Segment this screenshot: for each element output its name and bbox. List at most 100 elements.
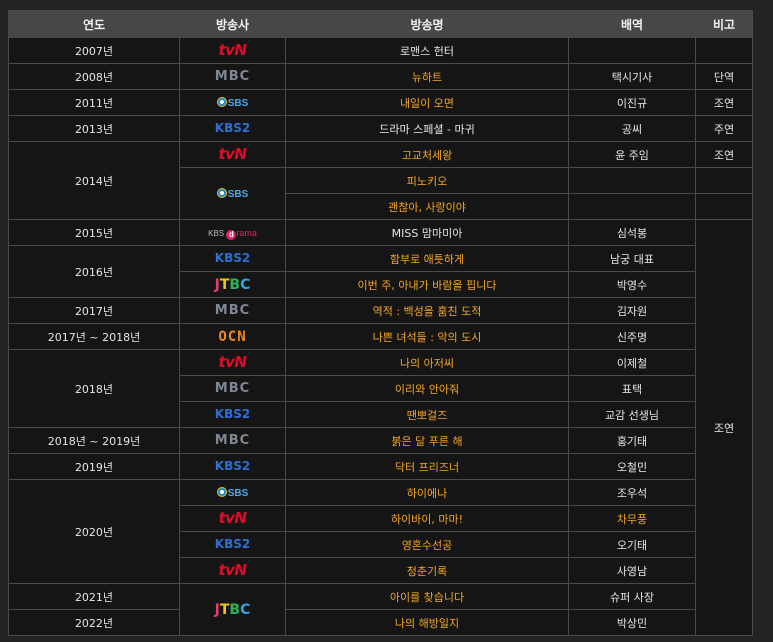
- year-cell: 2014년: [8, 141, 180, 220]
- table-row: 2021년 JTBC 아이를 찾습니다 슈퍼 사장: [8, 583, 753, 636]
- table-row: 2015년 KBS d rama MISS 맘마미아 심석봉 조연: [8, 219, 753, 636]
- tvn-logo-icon: tvN: [218, 41, 247, 59]
- table-row: 2022년 나의 해방일지 박상민: [8, 609, 753, 636]
- note-cell: [695, 37, 753, 64]
- title-cell[interactable]: 고교처세왕: [285, 141, 569, 168]
- note-cell: 단역: [695, 63, 753, 90]
- year-cell: 2017년: [8, 297, 180, 324]
- mbc-logo-icon: MBC: [214, 433, 251, 448]
- network-cell: JTBC: [179, 583, 286, 636]
- role-cell: 남궁 대표: [568, 245, 696, 272]
- mbc-logo-icon: MBC: [214, 381, 251, 396]
- kbs2-logo-icon: KBS2: [214, 459, 251, 473]
- mbc-logo-icon: MBC: [214, 69, 251, 84]
- title-cell[interactable]: 땐뽀걸즈: [285, 401, 569, 428]
- ocn-logo-icon: OCN: [218, 328, 247, 345]
- kbs2-logo-icon: KBS2: [214, 121, 251, 135]
- table-row: 2014년 tvN 고교처세왕 윤 주임 조연: [8, 141, 753, 220]
- role-cell: 이제철: [568, 349, 696, 376]
- table-row: 2017년 ~ 2018년 OCN 나쁜 녀석들 : 악의 도시 신주명: [8, 323, 753, 350]
- role-cell: [568, 193, 696, 220]
- table-row: 2017년 MBC 역적 : 백성을 훔친 도적 김자원: [8, 297, 753, 324]
- title-cell[interactable]: 역적 : 백성을 훔친 도적: [285, 297, 569, 324]
- year-cell: 2022년: [8, 609, 180, 636]
- title-cell[interactable]: 내일이 오면: [285, 89, 569, 116]
- table-row: 2020년 SBS 하이에나 조우석: [8, 479, 753, 584]
- role-cell: 택시기사: [568, 63, 696, 90]
- year-cell: 2007년: [8, 37, 180, 64]
- table-row: 2016년 KBS2 함부로 애틋하게 남궁 대표: [8, 245, 753, 298]
- role-cell: 교감 선생님: [568, 401, 696, 428]
- note-cell: [695, 167, 753, 194]
- header-network: 방송사: [179, 10, 286, 38]
- sbs-logo-text: SBS: [227, 488, 249, 499]
- note-cell: [695, 193, 753, 220]
- title-cell[interactable]: 나의 아저씨: [285, 349, 569, 376]
- network-cell: KBS d rama: [179, 219, 286, 246]
- network-cell: KBS2: [179, 115, 286, 142]
- tvn-logo-icon: tvN: [218, 561, 247, 579]
- note-cell: 조연: [695, 219, 753, 636]
- network-cell: MBC: [179, 63, 286, 90]
- title-cell[interactable]: 괜찮아, 사랑이야: [285, 193, 569, 220]
- network-cell: KBS2: [179, 245, 286, 272]
- network-cell: tvN: [179, 37, 286, 64]
- role-cell: 슈퍼 사장: [568, 583, 696, 610]
- year-cell: 2020년: [8, 479, 180, 584]
- network-cell: KBS2: [179, 401, 286, 428]
- role-cell: 공씨: [568, 115, 696, 142]
- sbs-logo-text: SBS: [227, 98, 249, 109]
- kbs2-logo-icon: KBS2: [214, 537, 251, 551]
- filmography-table: 연도 방송사 방송명 배역 비고 2007년 tvN 로맨스 헌터 2008년 MBC 뉴…: [8, 10, 753, 636]
- title-cell[interactable]: 영혼수선공: [285, 531, 569, 558]
- network-cell: OCN: [179, 323, 286, 350]
- title-cell[interactable]: 뉴하트: [285, 63, 569, 90]
- kbs2-logo-icon: KBS2: [214, 407, 251, 421]
- title-cell[interactable]: 아이를 찾습니다: [285, 583, 569, 610]
- role-cell: 조우석: [568, 479, 696, 506]
- table-row: 2011년 SBS 내일이 오면 이진규 조연: [8, 89, 753, 116]
- mbc-logo-icon: MBC: [214, 303, 251, 318]
- note-cell: 조연: [695, 89, 753, 116]
- title-cell[interactable]: 하이바이, 마마!: [285, 505, 569, 532]
- role-cell: 오철민: [568, 453, 696, 480]
- title-cell[interactable]: 함부로 애틋하게: [285, 245, 569, 272]
- table-header-row: 연도 방송사 방송명 배역 비고: [8, 10, 753, 38]
- year-cell: 2016년: [8, 245, 180, 298]
- table-row: 2008년 MBC 뉴하트 택시기사 단역: [8, 63, 753, 90]
- title-cell[interactable]: 닥터 프리즈너: [285, 453, 569, 480]
- network-cell: tvN: [179, 349, 286, 376]
- title-cell: 로맨스 헌터: [285, 37, 569, 64]
- network-cell: JTBC: [179, 271, 286, 298]
- tvn-logo-icon: tvN: [218, 353, 247, 371]
- note-cell: 조연: [695, 141, 753, 168]
- title-cell: 드라마 스페셜 - 마귀: [285, 115, 569, 142]
- title-cell[interactable]: 나의 해방일지: [285, 609, 569, 636]
- year-cell: 2021년: [8, 583, 180, 610]
- kbs2-logo-icon: KBS2: [214, 251, 251, 265]
- role-cell: 심석봉: [568, 219, 696, 246]
- role-cell[interactable]: 차무풍: [568, 505, 696, 532]
- title-cell[interactable]: 나쁜 녀석들 : 악의 도시: [285, 323, 569, 350]
- table-row: 2018년 tvN 나의 아저씨 이제철: [8, 349, 753, 428]
- title-cell[interactable]: 청춘기록: [285, 557, 569, 584]
- table-row: 2007년 tvN 로맨스 헌터: [8, 37, 753, 64]
- sbs-logo-text: SBS: [227, 189, 249, 200]
- network-cell: tvN: [179, 557, 286, 584]
- network-cell: KBS2: [179, 531, 286, 558]
- title-cell[interactable]: 이번 주, 아내가 바람을 핍니다: [285, 271, 569, 298]
- title-cell[interactable]: 하이에나: [285, 479, 569, 506]
- network-cell: SBS: [179, 479, 286, 506]
- year-cell: 2018년 ~ 2019년: [8, 427, 180, 454]
- network-cell: tvN: [179, 141, 286, 168]
- header-role: 배역: [568, 10, 696, 38]
- network-cell: MBC: [179, 297, 286, 324]
- sbs-logo-icon: SBS: [216, 487, 249, 499]
- role-cell: 표택: [568, 375, 696, 402]
- network-cell: tvN: [179, 505, 286, 532]
- title-cell[interactable]: 이리와 안아줘: [285, 375, 569, 402]
- title-cell[interactable]: 붉은 달 푸른 해: [285, 427, 569, 454]
- role-cell: 윤 주임: [568, 141, 696, 168]
- title-cell[interactable]: 피노키오: [285, 167, 569, 194]
- role-cell: [568, 37, 696, 64]
